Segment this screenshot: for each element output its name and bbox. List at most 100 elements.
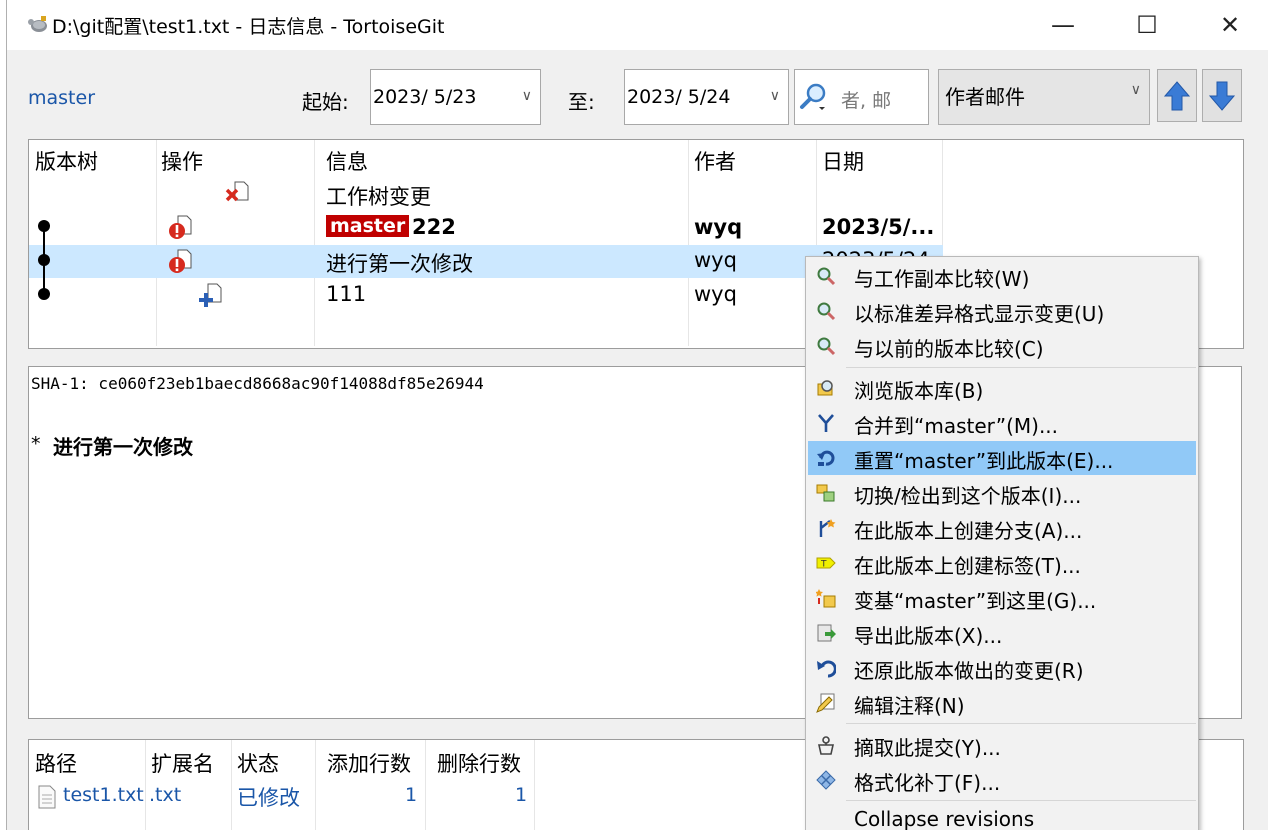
bullet-marker: * — [31, 433, 41, 455]
deleted-file-icon — [225, 181, 249, 202]
magnifier-icon — [817, 337, 836, 356]
row-author: wyq — [694, 248, 737, 272]
menu-item-browse-repo[interactable]: 浏览版本库(B) — [808, 371, 1196, 405]
menu-item-cherry-pick[interactable]: 摘取此提交(Y)... — [808, 728, 1196, 762]
cherry-pick-icon — [818, 736, 834, 755]
to-date-label: 至: — [568, 90, 595, 114]
log-row[interactable]: master 222 wyq 2023/5/... — [29, 212, 943, 245]
export-icon — [817, 624, 836, 642]
arrow-up-icon — [1163, 81, 1191, 111]
menu-separator — [846, 800, 1196, 801]
menu-item-unified-diff[interactable]: 以标准差异格式显示变更(U) — [808, 294, 1196, 328]
rebase-icon — [816, 589, 836, 608]
search-field-value: 作者邮件 — [945, 85, 1025, 109]
menu-item-label: 与工作副本比较(W) — [854, 267, 1030, 291]
menu-item-rebase[interactable]: 变基“master”到这里(G)... — [808, 581, 1196, 615]
background-window-edge — [0, 0, 7, 830]
reset-icon — [817, 450, 835, 466]
move-up-button[interactable] — [1157, 69, 1197, 122]
log-row[interactable]: 工作树变更 — [29, 178, 943, 211]
menu-item-export[interactable]: 导出此版本(X)... — [808, 616, 1196, 650]
format-patch-icon — [816, 770, 836, 790]
menu-item-label: 编辑注释(N) — [854, 694, 965, 718]
menu-item-format-patch[interactable]: 格式化补丁(F)... — [808, 763, 1196, 797]
menu-item-label: 变基“master”到这里(G)... — [854, 589, 1097, 613]
chevron-down-icon: ∨ — [1130, 82, 1141, 98]
modified-file-icon — [169, 249, 192, 273]
menu-item-label: 导出此版本(X)... — [854, 624, 1003, 648]
commit-message-text: 进行第一次修改 — [53, 435, 193, 459]
maximize-button[interactable]: ☐ — [1117, 0, 1177, 50]
menu-separator — [846, 367, 1196, 368]
menu-item-label: 合并到“master”(M)... — [854, 414, 1059, 438]
tag-icon: T — [816, 557, 836, 570]
switch-icon — [816, 484, 835, 502]
tortoisegit-app-icon — [28, 16, 47, 32]
column-header-actions[interactable]: 操作 — [161, 146, 203, 176]
menu-item-merge[interactable]: 合并到“master”(M)... — [808, 406, 1196, 440]
modified-file-icon — [169, 215, 192, 239]
menu-item-edit-notes[interactable]: 编辑注释(N) — [808, 686, 1196, 720]
search-icon[interactable] — [799, 82, 829, 112]
file-row[interactable]: test1.txt .txt 已修改 1 1 — [29, 782, 549, 814]
arrow-down-icon — [1208, 81, 1236, 111]
current-branch-link[interactable]: master — [28, 87, 95, 109]
menu-item-label: 格式化补丁(F)... — [854, 771, 1001, 795]
column-header-path[interactable]: 路径 — [35, 748, 77, 778]
menu-item-label: 在此版本上创建分支(A)... — [854, 519, 1083, 543]
from-date-picker[interactable]: 2023/ 5/23 ∨ — [370, 69, 541, 125]
menu-item-compare-working-copy[interactable]: 与工作副本比较(W) — [808, 259, 1196, 293]
menu-item-label: 浏览版本库(B) — [854, 379, 984, 403]
menu-item-label: 在此版本上创建标签(T)... — [854, 554, 1081, 578]
revision-context-menu: 与工作副本比较(W) 以标准差异格式显示变更(U) 与以前的版本比较(C) 浏览… — [805, 256, 1199, 830]
revert-icon — [817, 660, 836, 678]
close-icon: ✕ — [1219, 11, 1241, 39]
log-dialog-window: D:\git配置\test1.txt - 日志信息 - TortoiseGit … — [0, 0, 1268, 830]
column-header-author[interactable]: 作者 — [694, 146, 736, 176]
menu-item-label: Collapse revisions — [854, 807, 1035, 830]
row-date: 2023/5/... — [822, 215, 935, 239]
added-file-icon — [199, 283, 222, 307]
file-lines-added: 1 — [405, 784, 418, 806]
column-header-graph[interactable]: 版本树 — [35, 146, 98, 176]
menu-item-switch-checkout[interactable]: 切换/检出到这个版本(I)... — [808, 476, 1196, 510]
column-header-lines-added[interactable]: 添加行数 — [327, 748, 411, 778]
menu-item-label: 以标准差异格式显示变更(U) — [854, 302, 1105, 326]
magnifier-icon — [817, 267, 836, 286]
magnifier-icon — [817, 302, 836, 321]
row-message: 111 — [326, 282, 367, 306]
move-down-button[interactable] — [1202, 69, 1242, 122]
menu-item-reset[interactable]: 重置“master”到此版本(E)... — [808, 441, 1196, 475]
to-date-value: 2023/ 5/24 — [627, 86, 731, 108]
column-header-date[interactable]: 日期 — [822, 146, 864, 176]
window-title: D:\git配置\test1.txt - 日志信息 - TortoiseGit — [52, 16, 445, 38]
menu-item-revert[interactable]: 还原此版本做出的变更(R) — [808, 651, 1196, 685]
menu-item-label: 切换/检出到这个版本(I)... — [854, 484, 1082, 508]
menu-item-create-tag[interactable]: T 在此版本上创建标签(T)... — [808, 546, 1196, 580]
menu-item-compare-previous[interactable]: 与以前的版本比较(C) — [808, 329, 1196, 363]
branch-tag-master: master — [326, 215, 410, 237]
menu-item-label: 摘取此提交(Y)... — [854, 736, 1001, 760]
to-date-picker[interactable]: 2023/ 5/24 ∨ — [624, 69, 789, 125]
search-input[interactable]: 者, 邮 — [794, 69, 929, 125]
from-date-label: 起始: — [302, 90, 349, 114]
file-lines-deleted: 1 — [515, 784, 528, 806]
column-header-lines-deleted[interactable]: 删除行数 — [437, 748, 521, 778]
column-header-extension[interactable]: 扩展名 — [151, 748, 214, 778]
merge-icon — [818, 414, 834, 432]
search-field-select[interactable]: 作者邮件 ∨ — [938, 69, 1150, 125]
close-button[interactable]: ✕ — [1200, 0, 1260, 50]
row-message: 222 — [412, 215, 456, 239]
edit-notes-icon — [816, 693, 835, 713]
chevron-down-icon: ∨ — [769, 88, 780, 104]
minimize-button[interactable]: — — [1033, 0, 1093, 50]
maximize-icon: ☐ — [1136, 11, 1158, 39]
branch-icon — [819, 519, 836, 537]
column-header-status[interactable]: 状态 — [237, 748, 279, 778]
repo-browser-icon — [817, 380, 833, 396]
menu-item-label: 重置“master”到此版本(E)... — [854, 449, 1114, 473]
menu-item-create-branch[interactable]: 在此版本上创建分支(A)... — [808, 511, 1196, 545]
menu-item-collapse-revisions[interactable]: Collapse revisions — [808, 803, 1196, 830]
column-header-message[interactable]: 信息 — [326, 146, 368, 176]
row-author: wyq — [694, 215, 743, 239]
